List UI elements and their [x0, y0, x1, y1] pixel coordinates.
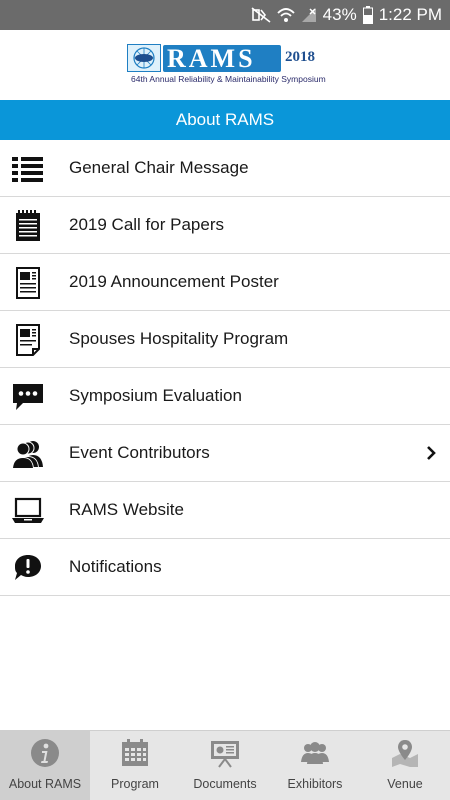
- menu-item-general-chair-message[interactable]: General Chair Message: [0, 140, 450, 197]
- menu-item-label: Symposium Evaluation: [69, 386, 242, 405]
- menu-item-label: Spouses Hospitality Program: [69, 329, 289, 348]
- tab-about-rams[interactable]: About RAMS: [0, 731, 90, 800]
- presentation-icon: [211, 741, 239, 768]
- laptop-icon: [10, 494, 46, 528]
- tab-exhibitors[interactable]: Exhibitors: [270, 731, 360, 800]
- tab-label: Program: [111, 777, 159, 791]
- alert-bubble-icon: [10, 551, 46, 585]
- mute-icon: [251, 7, 271, 23]
- notepad-icon: [10, 209, 46, 243]
- tab-label: Documents: [193, 777, 257, 791]
- menu-item-label: RAMS Website: [69, 500, 184, 519]
- rams-emblem-icon: [127, 44, 161, 72]
- menu-item-label: Event Contributors: [69, 443, 210, 462]
- map-pin-icon: [392, 740, 418, 767]
- battery-percent: 43%: [322, 5, 357, 24]
- logo-rams-text: RAMS: [163, 45, 281, 72]
- menu-item-label: General Chair Message: [69, 158, 249, 177]
- status-icons: 43% 1:22 PM: [251, 0, 442, 30]
- bottom-tab-bar: About RAMS Program Documents Exhibitors …: [0, 730, 450, 800]
- app-header: RAMS 2018 64th Annual Reliability & Main…: [0, 30, 450, 100]
- menu-item-symposium-evaluation[interactable]: Symposium Evaluation: [0, 368, 450, 425]
- menu-item-label: Notifications: [69, 557, 162, 576]
- battery-icon: [362, 6, 373, 24]
- menu-item-rams-website[interactable]: RAMS Website: [0, 482, 450, 539]
- menu-item-announcement-poster[interactable]: 2019 Announcement Poster: [0, 254, 450, 311]
- menu-item-event-contributors[interactable]: Event Contributors: [0, 425, 450, 482]
- menu-item-notifications[interactable]: Notifications: [0, 539, 450, 596]
- document-icon: [10, 323, 46, 357]
- menu-item-label: 2019 Announcement Poster: [69, 272, 279, 291]
- tab-label: About RAMS: [8, 777, 82, 791]
- menu-item-call-for-papers[interactable]: 2019 Call for Papers: [0, 197, 450, 254]
- logo-year: 2018: [285, 49, 315, 65]
- menu-item-spouses-hospitality[interactable]: Spouses Hospitality Program: [0, 311, 450, 368]
- tab-label: Exhibitors: [287, 777, 343, 791]
- clock: 1:22 PM: [378, 5, 442, 24]
- tab-label: Venue: [387, 777, 423, 791]
- tab-documents[interactable]: Documents: [180, 731, 270, 800]
- tab-venue[interactable]: Venue: [360, 731, 450, 800]
- chevron-right-icon: [424, 444, 438, 462]
- people-icon: [10, 437, 46, 471]
- rams-logo: RAMS 2018 64th Annual Reliability & Main…: [127, 44, 327, 90]
- menu-item-label: 2019 Call for Papers: [69, 215, 224, 234]
- document-icon: [10, 266, 46, 300]
- status-bar: 43% 1:22 PM: [0, 0, 450, 30]
- logo-subtitle: 64th Annual Reliability & Maintainabilit…: [131, 74, 326, 84]
- calendar-icon: [122, 739, 148, 766]
- tab-program[interactable]: Program: [90, 731, 180, 800]
- group-icon: [301, 742, 329, 764]
- info-icon: [31, 739, 59, 767]
- signal-icon: [301, 7, 317, 23]
- wifi-icon: [277, 7, 295, 23]
- list-icon: [10, 152, 46, 186]
- chat-bubble-icon: [10, 380, 46, 414]
- page-title: About RAMS: [0, 100, 450, 140]
- about-menu-list: General Chair Message 2019 Call for Pape…: [0, 140, 450, 596]
